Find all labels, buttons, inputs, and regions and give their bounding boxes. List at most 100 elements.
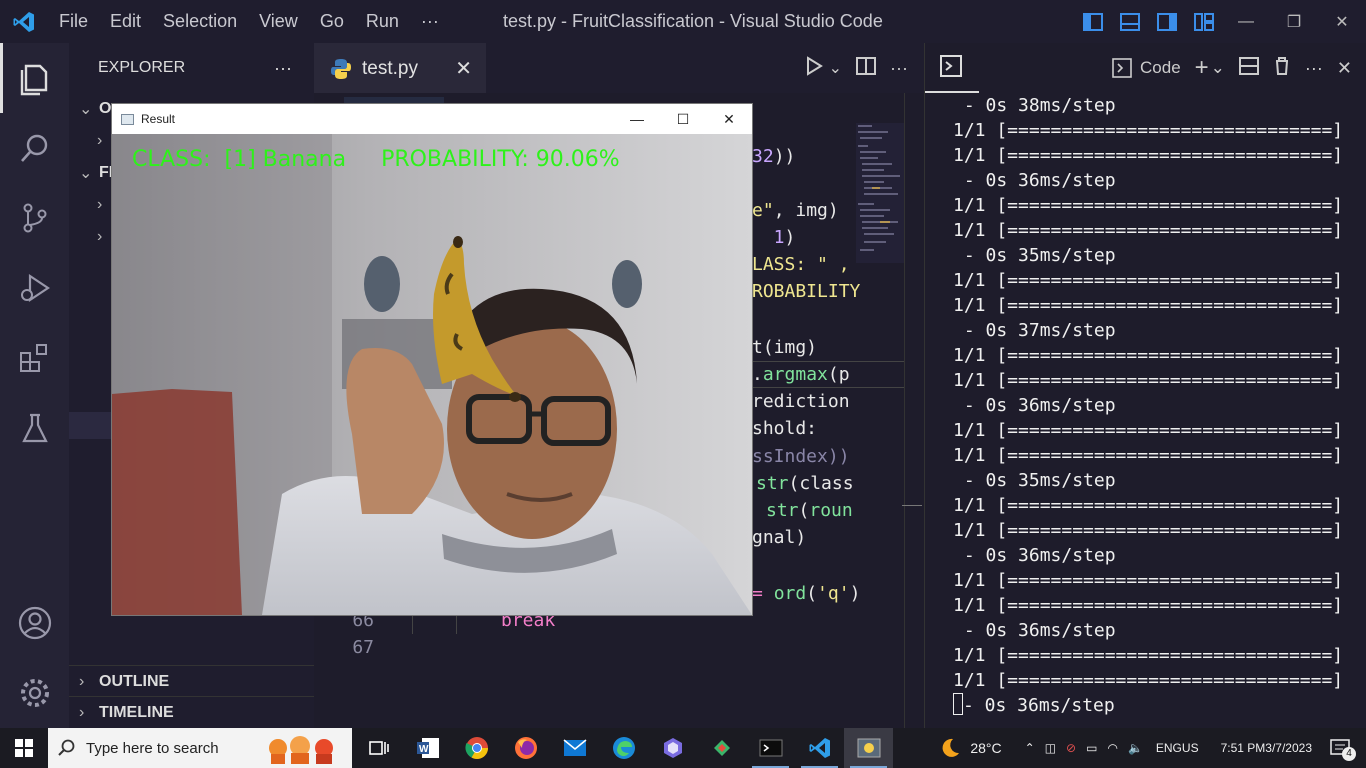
- system-tray: 28°C ⌃ ◫ ⊘ ▭ ◠ 🔈 ENG US 7:51 PM 3/7/2023…: [933, 728, 1366, 768]
- editor-panel-divider[interactable]: [904, 93, 905, 728]
- terminal-dropdown-chevron-icon[interactable]: ⌄: [1211, 58, 1225, 78]
- volume-icon[interactable]: 🔈: [1128, 741, 1143, 755]
- taskbar-search-box[interactable]: Type here to search: [48, 728, 352, 768]
- result-window-titlebar[interactable]: Result — ☐ ✕: [112, 104, 752, 134]
- panel-more-icon[interactable]: ···: [1305, 58, 1323, 79]
- notifications-icon[interactable]: 4: [1330, 739, 1356, 761]
- menu-run[interactable]: Run: [355, 0, 410, 43]
- search-icon[interactable]: [0, 113, 69, 183]
- menu-bar: File Edit Selection View Go Run ···: [48, 0, 450, 43]
- result-minimize-button[interactable]: —: [614, 104, 660, 134]
- editor-tab-bar: test.py ✕ ⌄ ···: [314, 43, 924, 93]
- menu-go[interactable]: Go: [309, 0, 355, 43]
- word-app-icon[interactable]: W: [403, 728, 452, 768]
- split-terminal-icon[interactable]: [1238, 56, 1259, 81]
- search-icon: [58, 739, 75, 756]
- close-window-button[interactable]: ✕: [1318, 0, 1366, 43]
- terminal-last-line[interactable]: - 0s 36ms/step: [925, 693, 1366, 718]
- explorer-more-button[interactable]: ···: [274, 58, 292, 79]
- extensions-icon[interactable]: [0, 323, 69, 393]
- customize-layout-icon[interactable]: [1185, 0, 1222, 43]
- tab-test-py[interactable]: test.py ✕: [314, 43, 486, 93]
- code-fragment: e", img): [752, 200, 839, 221]
- photos-app-icon[interactable]: [697, 728, 746, 768]
- terminal-output[interactable]: - 0s 38ms/step 1/1 [=====================…: [925, 93, 1366, 693]
- show-hidden-icons-chevron-icon[interactable]: ⌃: [1025, 741, 1035, 755]
- minimap[interactable]: [856, 123, 904, 263]
- sash[interactable]: [902, 505, 922, 506]
- search-placeholder: Type here to search: [86, 739, 219, 757]
- language-indicator[interactable]: ENG US: [1156, 740, 1199, 757]
- menu-edit[interactable]: Edit: [99, 0, 152, 43]
- run-debug-icon[interactable]: [0, 253, 69, 323]
- wifi-icon[interactable]: ◠: [1107, 741, 1117, 755]
- close-panel-icon[interactable]: ✕: [1337, 58, 1352, 79]
- copilot-app-icon[interactable]: [648, 728, 697, 768]
- language-code: ENG: [1155, 740, 1182, 755]
- terminal-app-icon[interactable]: [746, 728, 795, 768]
- accounts-icon[interactable]: [0, 588, 69, 658]
- result-close-button[interactable]: ✕: [706, 104, 752, 134]
- editor-more-icon[interactable]: ···: [890, 58, 908, 79]
- chevron-right-icon: ›: [97, 228, 103, 245]
- result-window[interactable]: Result — ☐ ✕ CLASS: [1] Banana PROBABILI…: [112, 104, 752, 615]
- terminal-instance-selector[interactable]: Code: [1112, 58, 1181, 78]
- restore-button[interactable]: ❐: [1270, 0, 1318, 43]
- close-tab-icon[interactable]: ✕: [455, 56, 472, 81]
- toggle-secondary-sidebar-icon[interactable]: [1148, 0, 1185, 43]
- run-dropdown-chevron-icon[interactable]: ⌄: [829, 58, 842, 78]
- security-icon[interactable]: ⊘: [1066, 741, 1076, 755]
- menu-selection[interactable]: Selection: [152, 0, 248, 43]
- kill-terminal-trash-icon[interactable]: [1273, 56, 1291, 81]
- task-view-icon[interactable]: [354, 728, 403, 768]
- terminal-line: - 0s 35ms/step: [953, 245, 1116, 266]
- outline-section[interactable]: › OUTLINE: [69, 665, 314, 697]
- terminal-line: 1/1 [==============================]: [953, 595, 1344, 616]
- edge-app-icon[interactable]: [599, 728, 648, 768]
- terminal-cursor: [953, 693, 963, 715]
- start-windows-icon[interactable]: [0, 728, 48, 768]
- menu-view[interactable]: View: [248, 0, 309, 43]
- toggle-panel-icon[interactable]: [1111, 0, 1148, 43]
- terminal-line: 1/1 [==============================]: [953, 670, 1344, 691]
- device-icon[interactable]: ◫: [1045, 741, 1056, 755]
- window-app-icon: [121, 113, 134, 125]
- code-fragment: gnal): [752, 527, 807, 548]
- clock-date: 3/7/2023: [1265, 740, 1312, 755]
- code-fragment: ssIndex)): [752, 446, 850, 467]
- battery-icon[interactable]: ▭: [1086, 741, 1097, 755]
- result-maximize-button[interactable]: ☐: [660, 104, 706, 134]
- python-window-app-icon[interactable]: [844, 728, 893, 768]
- firefox-app-icon[interactable]: [501, 728, 550, 768]
- code-fragment: = ord('q'): [752, 583, 861, 604]
- settings-gear-icon[interactable]: [0, 658, 69, 728]
- menu-file[interactable]: File: [48, 0, 99, 43]
- source-control-icon[interactable]: [0, 183, 69, 253]
- timeline-section[interactable]: › TIMELINE: [69, 696, 314, 728]
- explorer-icon[interactable]: [0, 43, 69, 113]
- toggle-primary-sidebar-icon[interactable]: [1074, 0, 1111, 43]
- result-window-title: Result: [141, 112, 176, 126]
- chrome-app-icon[interactable]: [452, 728, 501, 768]
- weather-widget[interactable]: 28°C: [938, 736, 1002, 760]
- code-fragment: ROBABILITY: [752, 281, 861, 302]
- menu-more[interactable]: ···: [410, 0, 450, 43]
- chevron-right-icon: ›: [97, 132, 103, 149]
- clock[interactable]: 7:51 PM 3/7/2023: [1221, 740, 1312, 757]
- svg-text:W: W: [419, 744, 429, 755]
- run-file-icon[interactable]: [805, 55, 823, 81]
- vscode-app-icon[interactable]: [795, 728, 844, 768]
- minimize-button[interactable]: —: [1222, 0, 1270, 43]
- split-editor-icon[interactable]: [856, 56, 877, 81]
- terminal-line: - 0s 36ms/step: [953, 170, 1116, 191]
- code-fragment: rediction: [752, 391, 850, 412]
- line-number: 67: [352, 637, 374, 658]
- new-terminal-plus-icon[interactable]: +: [1195, 54, 1209, 82]
- mail-app-icon[interactable]: [550, 728, 599, 768]
- probability-label: PROBABILITY: 90.06%: [381, 147, 620, 172]
- terminal-line: - 0s 38ms/step: [953, 95, 1116, 116]
- testing-flask-icon[interactable]: [0, 393, 69, 463]
- terminal-line: 1/1 [==============================]: [953, 145, 1344, 166]
- terminal-line: 1/1 [==============================]: [953, 270, 1344, 291]
- terminal-icon[interactable]: [939, 54, 963, 83]
